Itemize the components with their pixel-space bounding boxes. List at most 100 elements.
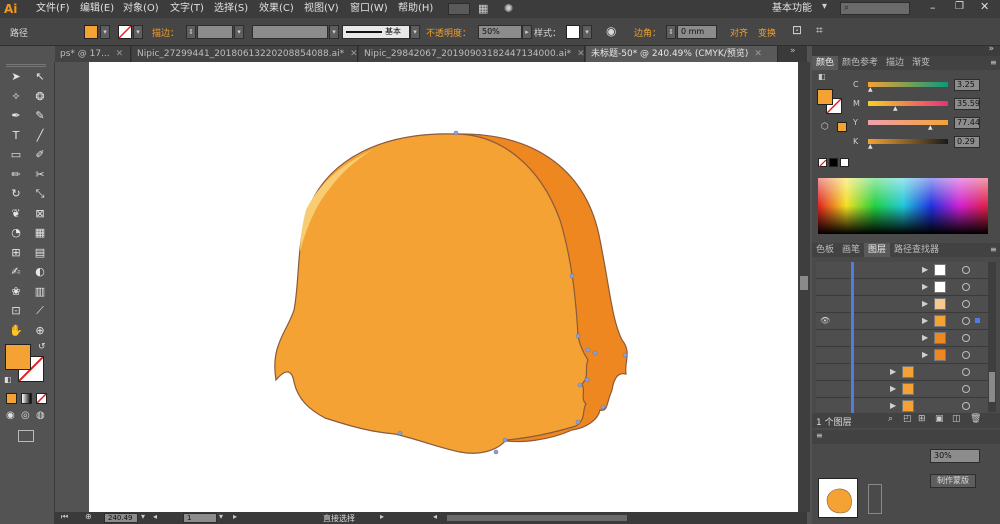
layer-color-bar [851,330,854,347]
transparency-opacity-field[interactable]: 30% [930,449,980,463]
target-circle-icon[interactable] [962,402,970,410]
visibility-eye-icon[interactable]: 👁 [820,316,830,325]
yellow-slider[interactable] [868,120,948,125]
black-color-chip[interactable] [829,158,838,167]
default-colors-icon[interactable]: ◧ [818,72,826,81]
layer-color-bar [851,262,854,279]
layers-count: 1 个图层 [816,418,852,428]
layers-scroll-thumb[interactable] [989,372,995,402]
tab-gradient[interactable]: 渐变 [908,56,934,70]
panel-fill-swatch[interactable] [817,89,833,105]
out-of-gamut-icon[interactable]: ⬡ [821,122,829,132]
magenta-slider-thumb[interactable]: ▲ [893,105,898,112]
expand-triangle-icon[interactable]: ▶ [890,401,896,410]
status-menu-icon[interactable]: ▸ [380,512,384,521]
zoom-icon: ⊕ [85,512,92,521]
layer-thumbnail [934,281,946,293]
transparency-thumbnail[interactable] [818,478,858,518]
expand-triangle-icon[interactable]: ▶ [890,367,896,376]
layer-thumbnail [902,400,914,412]
current-tool-label: 直接选择 [323,514,355,523]
target-circle-icon[interactable] [962,283,970,291]
tab-layers[interactable]: 图层 [864,243,891,257]
layer-color-bar [851,381,854,398]
vertical-scroll-thumb[interactable] [800,276,808,290]
black-slider-thumb[interactable]: ▲ [868,143,873,150]
target-circle-icon[interactable] [962,368,970,376]
color-panel-tabs: 颜色 颜色参考 描边 渐变 [812,56,1000,70]
layer-color-bar [851,279,854,296]
panel-menu-icon[interactable]: ≡ [990,58,997,67]
tab-color[interactable]: 颜色 [812,56,839,70]
status-bar: ⏮ ⊕ 240.49 ▾ ◂ 1 ▾ ▸ 直接选择 ▸ ◂ [55,512,807,524]
selection-indicator[interactable] [975,318,980,323]
hair-thumbnail-preview [826,488,852,514]
tab-pathfinder[interactable]: 路径查找器 [890,243,943,257]
cyan-value[interactable]: 3.25 [954,79,980,91]
magenta-label: M [853,99,860,108]
horizontal-scrollbar[interactable] [447,515,627,521]
panel-dock-header[interactable]: » [812,44,1000,56]
clipping-mask-icon[interactable]: ◰ [903,414,912,424]
make-mask-button[interactable]: 制作蒙版 [930,474,976,488]
layer-color-bar [851,347,854,364]
cyan-label: C [853,80,859,89]
black-slider[interactable] [868,139,948,144]
layer-thumbnail [934,298,946,310]
magenta-value[interactable]: 35.59 [954,98,980,110]
expand-triangle-icon[interactable]: ▶ [922,265,928,274]
chevron-down-icon[interactable]: ▾ [219,512,223,521]
layer-color-bar [851,296,854,313]
locate-object-icon[interactable]: ⌕ [888,414,893,424]
new-sublayer-icon[interactable]: ⊞ [918,414,926,424]
cyan-slider-thumb[interactable]: ▲ [868,86,873,93]
none-color-chip[interactable] [818,158,827,168]
zoom-field[interactable]: 240.49 [104,513,138,523]
scroll-left-icon[interactable]: ◂ [433,512,437,521]
target-circle-icon[interactable] [962,317,970,325]
yellow-slider-thumb[interactable]: ▲ [928,124,933,131]
expand-triangle-icon[interactable]: ▶ [922,299,928,308]
target-circle-icon[interactable] [962,334,970,342]
artboard-number-field[interactable]: 1 [183,513,217,523]
black-value[interactable]: 0.29 [954,136,980,148]
target-circle-icon[interactable] [962,266,970,274]
cyan-slider[interactable] [868,82,948,87]
magenta-slider[interactable] [868,101,948,106]
expand-triangle-icon[interactable]: ▶ [890,384,896,393]
target-circle-icon[interactable] [962,351,970,359]
first-artboard-icon[interactable]: ⏮ [61,512,68,522]
layer-thumbnail [902,366,914,378]
delete-icon[interactable]: 🗑 [970,414,981,424]
white-color-chip[interactable] [840,158,849,167]
spectrum-highlight [818,178,988,206]
expand-triangle-icon[interactable]: ▶ [922,282,928,291]
fill-color-box[interactable] [5,344,31,370]
previous-artboard-icon[interactable]: ◂ [153,512,157,521]
transparency-panel-header[interactable]: ≡ [812,430,1000,444]
tab-swatches[interactable]: 色板 [812,243,838,257]
layer-color-bar [851,313,854,330]
gamut-color-swatch[interactable] [837,122,847,132]
tab-color-guide[interactable]: 颜色参考 [838,56,882,70]
target-circle-icon[interactable] [962,300,970,308]
expand-triangle-icon[interactable]: ▶ [922,316,928,325]
expand-triangle-icon[interactable]: ▶ [922,333,928,342]
layer-thumbnail [934,315,946,327]
hair-main-shape[interactable] [274,133,589,454]
mask-link-icon[interactable] [868,484,882,514]
layer-color-bar [851,364,854,381]
chevron-down-icon[interactable]: ▾ [141,512,145,521]
black-label: K [853,137,859,146]
next-artboard-icon[interactable]: ▸ [233,512,237,521]
panel-menu-icon[interactable]: ≡ [990,245,997,254]
tab-stroke[interactable]: 描边 [882,56,908,70]
layer-thumbnail [934,264,946,276]
tab-brushes[interactable]: 画笔 [838,243,864,257]
layer-thumbnail [934,349,946,361]
yellow-value[interactable]: 77.44 [954,117,980,129]
new-layer-icon[interactable]: ◫ [952,414,961,424]
target-circle-icon[interactable] [962,385,970,393]
new-layer-icon[interactable]: ▣ [935,414,944,424]
expand-triangle-icon[interactable]: ▶ [922,350,928,359]
